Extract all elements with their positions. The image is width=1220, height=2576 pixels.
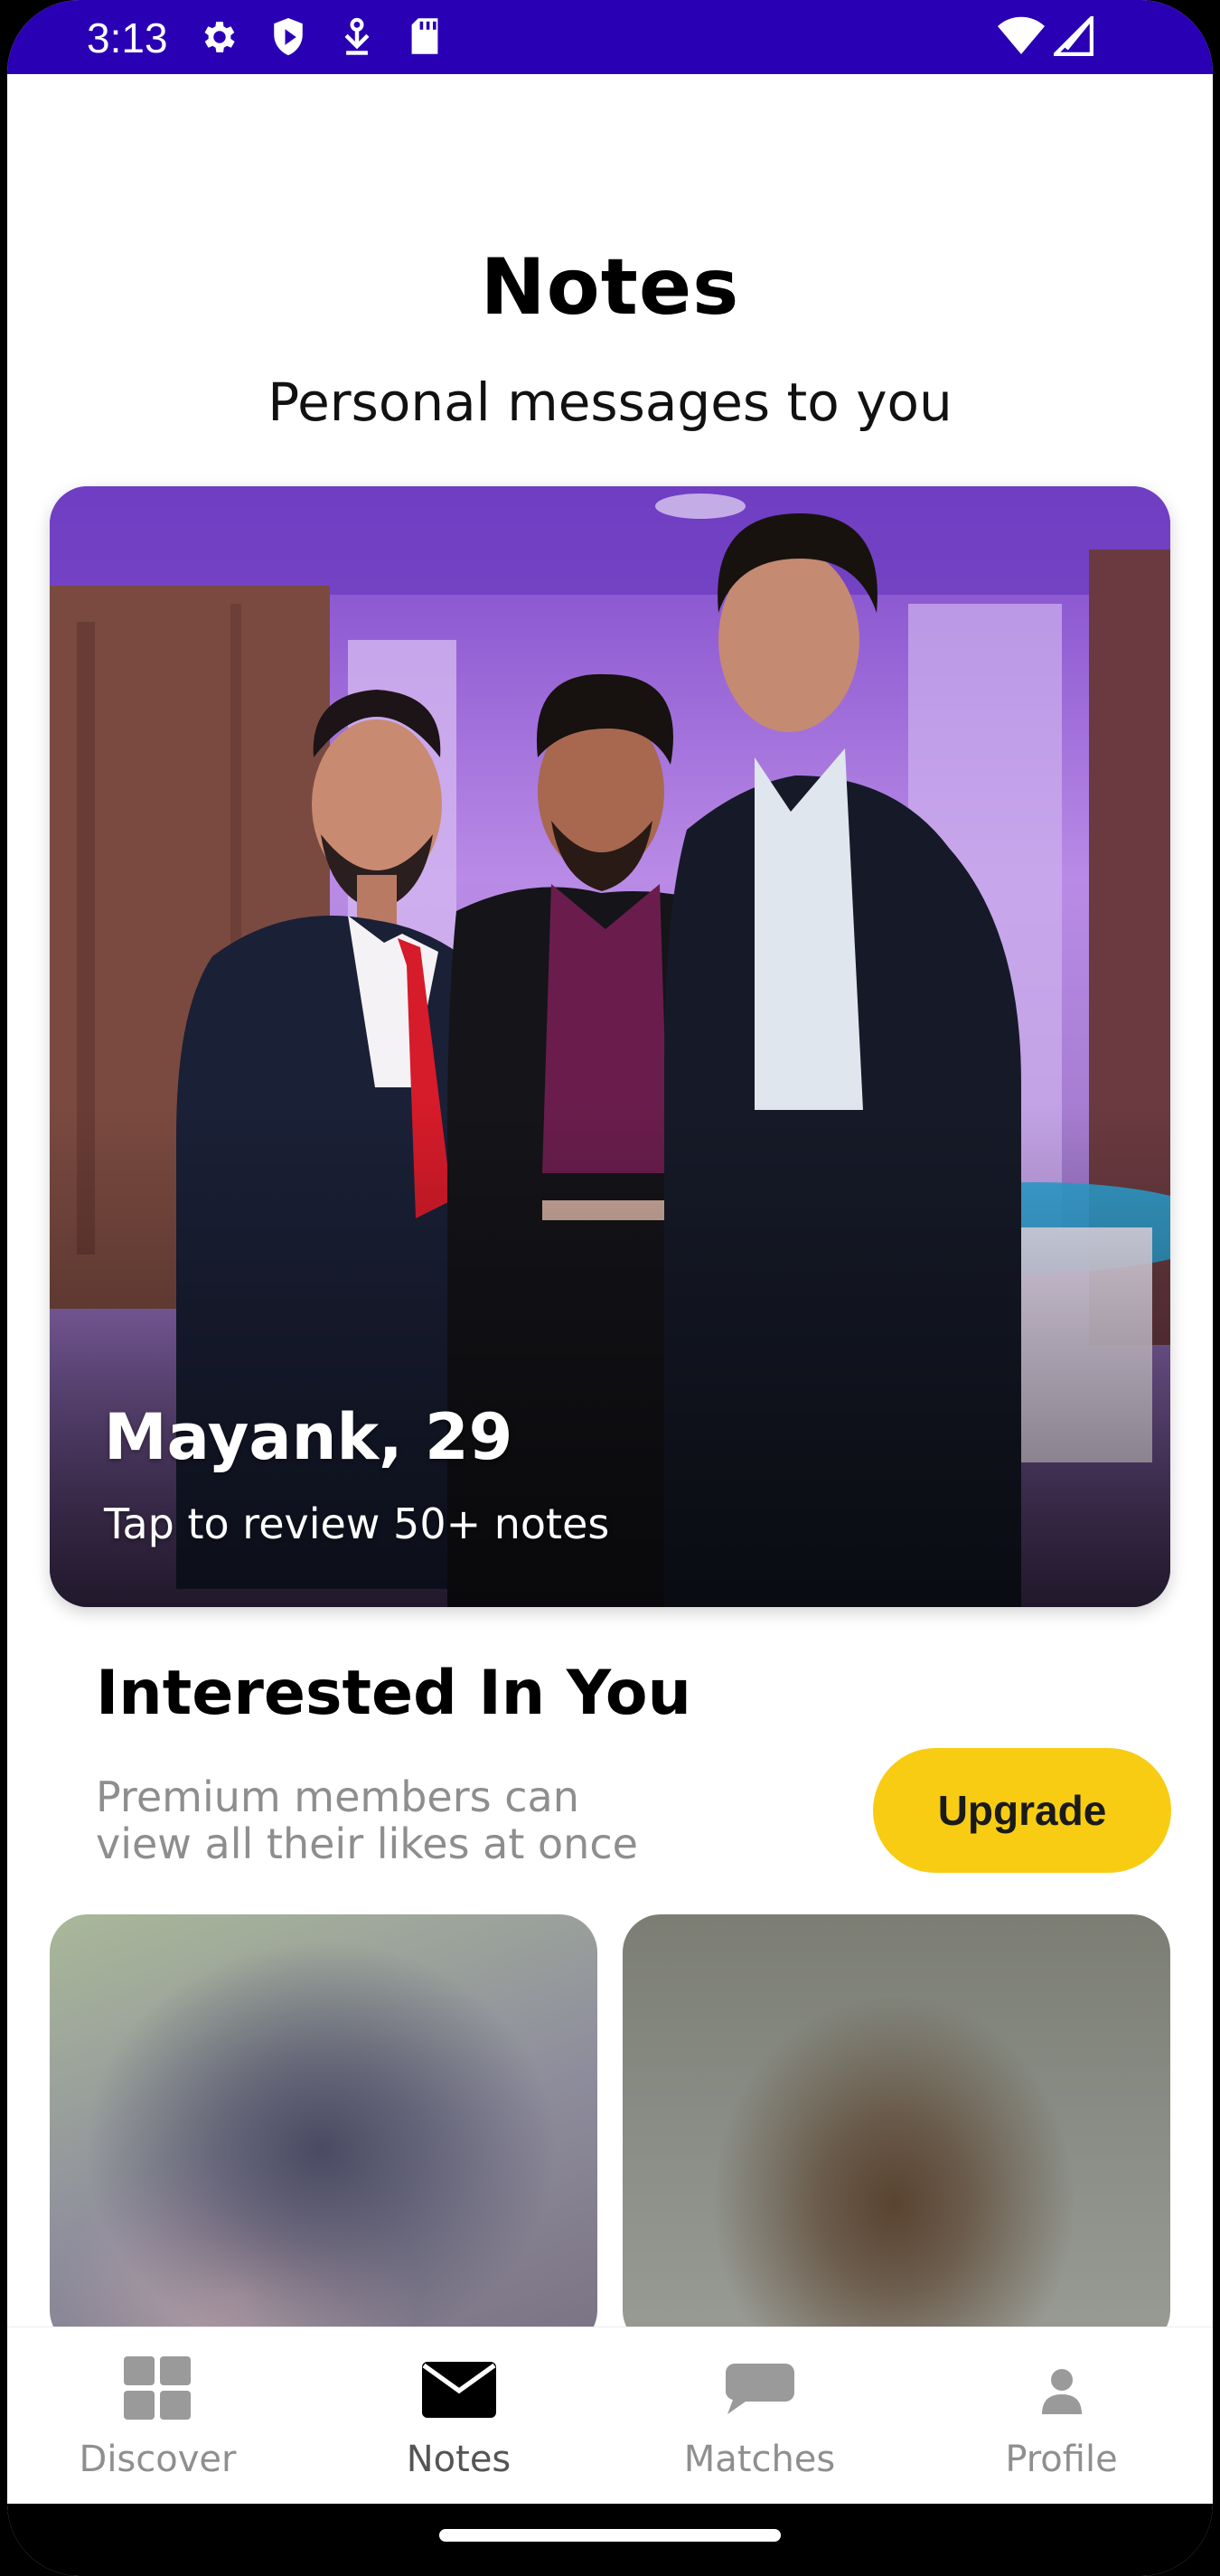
- interested-section-title: Interested In You: [96, 1658, 691, 1729]
- gesture-bar: [7, 2504, 1213, 2576]
- home-gesture-handle[interactable]: [439, 2529, 781, 2542]
- upgrade-button[interactable]: Upgrade: [873, 1748, 1171, 1873]
- featured-name-age: Mayank, 29: [104, 1400, 513, 1474]
- nav-label-discover: Discover: [79, 2439, 237, 2480]
- nav-item-discover[interactable]: Discover: [7, 2327, 308, 2505]
- gear-icon: [204, 22, 235, 52]
- nav-label-profile: Profile: [1005, 2439, 1118, 2480]
- download-icon: [344, 17, 370, 55]
- grid-icon: [123, 2356, 191, 2420]
- nav-item-profile[interactable]: Profile: [911, 2327, 1212, 2505]
- blurred-like-card[interactable]: [623, 1914, 1170, 2348]
- nav-label-matches: Matches: [683, 2439, 836, 2480]
- wifi-icon: [998, 16, 1045, 54]
- person-icon: [1041, 2369, 1082, 2414]
- no-signal-icon: [1054, 16, 1093, 56]
- featured-caption: Tap to review 50+ notes: [104, 1500, 610, 1548]
- chat-bubble-icon: [725, 2364, 794, 2414]
- nav-item-notes[interactable]: Notes: [308, 2327, 609, 2505]
- featured-note-card[interactable]: Mayank, 29 Tap to review 50+ notes: [50, 486, 1170, 1607]
- shield-play-icon: [274, 18, 303, 56]
- envelope-icon: [421, 2362, 496, 2418]
- sd-card-icon: [411, 18, 438, 54]
- status-time: 3:13: [87, 14, 168, 61]
- page-subtitle: Personal messages to you: [267, 371, 953, 433]
- nav-label-notes: Notes: [406, 2439, 511, 2480]
- bottom-nav: Discover Notes Matches Profile: [7, 2327, 1213, 2505]
- blurred-like-card[interactable]: [50, 1914, 597, 2348]
- interested-description: Premium members can view all their likes…: [96, 1772, 638, 1868]
- status-bar: 3:13: [7, 0, 1213, 74]
- app-screen: 3:13 Notes Personal messages to you Maya…: [7, 0, 1213, 2576]
- page-title: Notes: [480, 242, 740, 333]
- nav-item-matches[interactable]: Matches: [609, 2327, 910, 2505]
